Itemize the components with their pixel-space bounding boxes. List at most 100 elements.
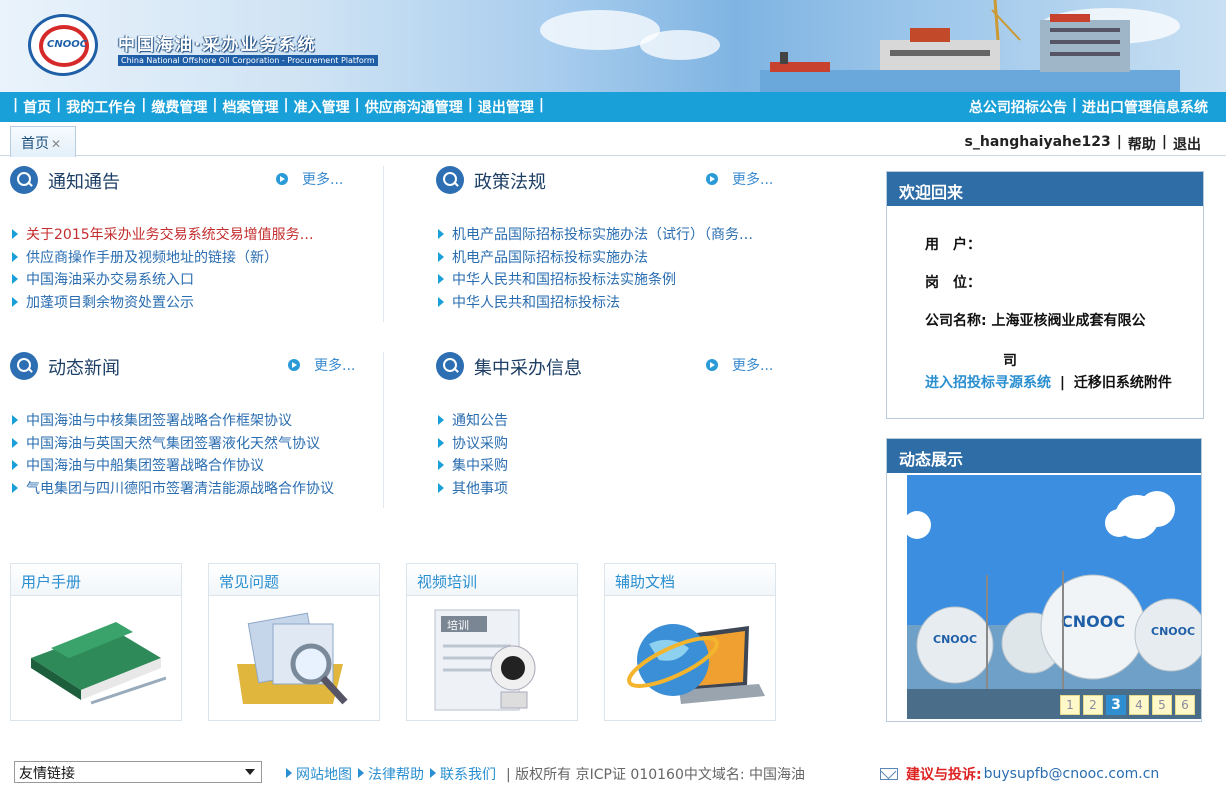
page-2[interactable]: 2	[1083, 695, 1103, 715]
complaint-label: 建议与投诉:	[906, 767, 982, 783]
magnifier-icon	[436, 352, 464, 380]
magnifier-icon	[10, 352, 38, 380]
page-6[interactable]: 6	[1175, 695, 1195, 715]
nav-archive[interactable]: 档案管理	[219, 97, 283, 117]
nav-hq-tender[interactable]: 总公司招标公告	[965, 97, 1071, 117]
nav-admission[interactable]: 准入管理	[290, 97, 354, 117]
tab-home-label: 首页	[21, 136, 49, 152]
list-item[interactable]: 中华人民共和国招标投标法实施条例	[436, 269, 753, 292]
svg-text:CNOOC: CNOOC	[933, 633, 977, 646]
arrow-circle-icon	[276, 173, 288, 185]
user-bar: s_hanghaiyahe123 | 帮助 | 退出	[962, 134, 1204, 154]
company-label: 公司名称:	[925, 313, 987, 329]
list-item[interactable]: 通知公告	[436, 410, 508, 433]
panel-title: 集中采办信息	[474, 358, 582, 379]
contact-link[interactable]: 联系我们	[430, 764, 496, 784]
panel-title: 动态新闻	[48, 358, 120, 379]
video-document-icon: 培训	[434, 609, 536, 711]
company-value: 上海亚核阀业成套有限公	[991, 313, 1146, 329]
tile-faq[interactable]: 常见问题	[208, 563, 380, 721]
tile-video-training[interactable]: 视频培训 培训	[406, 563, 578, 721]
more-link[interactable]: 更多...	[706, 355, 773, 375]
username: s_hanghaiyahe123	[964, 134, 1111, 150]
tile-user-manual[interactable]: 用户手册	[10, 563, 182, 721]
carousel-pager: 1 2 3 4 5 6	[1057, 695, 1195, 715]
nav-supplier-communication[interactable]: 供应商沟通管理	[361, 97, 467, 117]
main-nav-left: | 首页 | 我的工作台 | 缴费管理 | 档案管理 | 准入管理 | 供应商沟通管理 | 退…	[13, 97, 544, 117]
bid-system-link[interactable]: 进入招投标寻源系统	[925, 375, 1051, 391]
tile-title: 常见问题	[219, 573, 280, 591]
close-icon[interactable]: ✕	[51, 137, 61, 151]
banner-cloud	[640, 30, 720, 60]
legal-help-link[interactable]: 法律帮助	[358, 764, 424, 784]
list-item[interactable]: 机电产品国际招标投标实施办法（试行）（商务…	[436, 224, 753, 247]
svg-text:CNOOC: CNOOC	[1061, 612, 1125, 631]
tile-title: 视频培训	[417, 573, 478, 591]
folder-magnifier-icon	[237, 612, 348, 705]
nav-exit[interactable]: 退出管理	[474, 97, 538, 117]
tab-home[interactable]: 首页 ✕	[10, 126, 76, 157]
page-4[interactable]: 4	[1129, 695, 1149, 715]
nav-workbench[interactable]: 我的工作台	[62, 97, 140, 117]
list-item[interactable]: 集中采购	[436, 455, 508, 478]
chevron-down-icon	[245, 769, 255, 775]
divider	[383, 352, 384, 508]
company-value-tail: 司	[1003, 353, 1017, 369]
welcome-title: 欢迎回来	[887, 172, 1203, 206]
header-banner: CNOOC 中国海油·采办业务系统 China National Offshor…	[0, 0, 1226, 92]
main-nav: | 首页 | 我的工作台 | 缴费管理 | 档案管理 | 准入管理 | 供应商沟通管理 | 退…	[0, 92, 1226, 122]
logout-link[interactable]: 退出	[1170, 134, 1204, 154]
globe-laptop-icon	[627, 624, 765, 704]
storage-tanks-image[interactable]: CNOOC CNOOC CNOOC	[907, 475, 1201, 719]
list-item[interactable]: 协议采购	[436, 433, 508, 456]
list-item[interactable]: 加蓬项目剩余物资处置公示	[10, 292, 314, 315]
list-item[interactable]: 中国海油与中核集团签署战略合作框架协议	[10, 410, 334, 433]
list-item[interactable]: 关于2015年采办业务交易系统交易增值服务…	[10, 224, 314, 247]
page-1[interactable]: 1	[1060, 695, 1080, 715]
panel-title: 政策法规	[474, 172, 546, 193]
list-item[interactable]: 其他事项	[436, 478, 508, 501]
nav-home[interactable]: 首页	[19, 97, 55, 117]
tile-title: 辅助文档	[615, 573, 676, 591]
svg-text:培训: 培训	[447, 618, 469, 632]
list-item[interactable]: 中华人民共和国招标投标法	[436, 292, 753, 315]
mail-icon	[880, 768, 898, 780]
divider	[383, 166, 384, 322]
magnifier-icon	[436, 166, 464, 194]
welcome-box: 欢迎回来 用 户： 岗 位： 公司名称: 上海亚核阀业成套有限公 司 进入招投标…	[886, 171, 1204, 419]
arrow-circle-icon	[288, 359, 300, 371]
page-5[interactable]: 5	[1152, 695, 1172, 715]
footer: 友情链接 网站地图 法律帮助 联系我们 | 版权所有 京ICP证 010160中…	[0, 754, 1226, 794]
complaint-email[interactable]: buysupfb@cnooc.com.cn	[984, 766, 1160, 782]
notice-list: 关于2015年采办业务交易系统交易增值服务… 供应商操作手册及视频地址的链接（新…	[10, 224, 314, 314]
more-link[interactable]: 更多...	[276, 169, 343, 189]
more-link[interactable]: 更多...	[706, 169, 773, 189]
post-label: 岗 位：	[925, 275, 981, 291]
list-item[interactable]: 中国海油采办交易系统入口	[10, 269, 314, 292]
list-item[interactable]: 供应商操作手册及视频地址的链接（新）	[10, 247, 314, 270]
panel-policy: 政策法规 更多... 机电产品国际招标投标实施办法（试行）（商务… 机电产品国际…	[436, 166, 816, 326]
panel-title: 通知通告	[48, 172, 120, 193]
list-item[interactable]: 气电集团与四川德阳市签署清洁能源战略合作协议	[10, 478, 334, 501]
friend-links-select[interactable]: 友情链接	[14, 761, 262, 783]
central-list: 通知公告 协议采购 集中采购 其他事项	[436, 410, 508, 500]
page-3-active[interactable]: 3	[1106, 695, 1126, 715]
panel-notice: 通知通告 更多... 关于2015年采办业务交易系统交易增值服务… 供应商操作手…	[10, 166, 370, 326]
nav-payment[interactable]: 缴费管理	[147, 97, 211, 117]
help-link[interactable]: 帮助	[1125, 134, 1159, 154]
svg-text:CNOOC: CNOOC	[1151, 625, 1195, 638]
list-item[interactable]: 中国海油与中船集团签署战略合作协议	[10, 455, 334, 478]
nav-import-export[interactable]: 进出口管理信息系统	[1078, 97, 1212, 117]
offshore-platform-image	[760, 0, 1180, 92]
list-item[interactable]: 中国海油与英国天然气集团签署液化天然气协议	[10, 433, 334, 456]
showcase-box: 动态展示 CNOOC CNOOC CNOOC 1 2 3 4 5 6	[886, 438, 1202, 722]
main-nav-right: 总公司招标公告 | 进出口管理信息系统	[965, 97, 1212, 117]
arrow-circle-icon	[706, 173, 718, 185]
migrate-attachments-link[interactable]: 迁移旧系统附件	[1074, 375, 1172, 391]
friend-links-label: 友情链接	[19, 766, 75, 782]
list-item[interactable]: 机电产品国际招标投标实施办法	[436, 247, 753, 270]
more-link[interactable]: 更多...	[288, 355, 355, 375]
cnooc-logo[interactable]: CNOOC	[28, 14, 98, 76]
sitemap-link[interactable]: 网站地图	[286, 764, 352, 784]
tile-auxiliary-docs[interactable]: 辅助文档	[604, 563, 776, 721]
